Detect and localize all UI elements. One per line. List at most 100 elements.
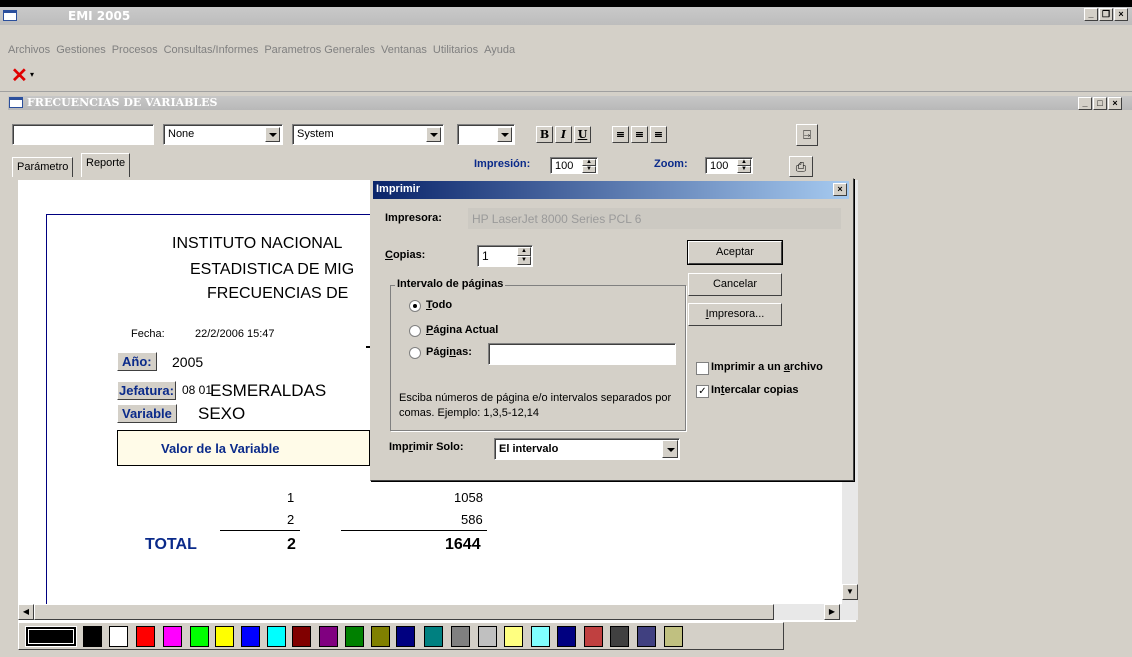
color-swatch[interactable] xyxy=(371,626,390,647)
radio-paginas[interactable] xyxy=(409,347,421,359)
spin-down-icon[interactable]: ▼ xyxy=(517,256,531,265)
horizontal-scrollbar[interactable]: ◀ ▶ xyxy=(18,604,856,620)
align-left-icon[interactable]: ≡ xyxy=(612,126,629,143)
color-swatch[interactable] xyxy=(451,626,470,647)
menu-archivos[interactable]: Archivos xyxy=(8,44,50,56)
fecha-value: 22/2/2006 15:47 xyxy=(195,328,275,340)
bold-button[interactable]: B xyxy=(536,126,553,143)
color-swatch[interactable] xyxy=(557,626,576,647)
restore-icon[interactable]: ❐ xyxy=(1099,8,1113,21)
column-header-box: Valor de la Variable xyxy=(117,430,370,466)
aceptar-button[interactable]: Aceptar xyxy=(687,240,783,265)
radio-todo[interactable] xyxy=(409,300,421,312)
color-swatch[interactable] xyxy=(292,626,311,647)
color-swatch[interactable] xyxy=(25,626,77,647)
close-icon[interactable]: × xyxy=(1114,8,1128,21)
child-minimize-icon[interactable]: _ xyxy=(1078,97,1092,110)
child-window-controls: _ □ × xyxy=(1078,97,1122,110)
menu-ayuda[interactable]: Ayuda xyxy=(484,44,515,56)
printer-icon[interactable]: ⎙ xyxy=(789,156,813,177)
color-swatch[interactable] xyxy=(136,626,155,647)
size-combo[interactable] xyxy=(457,124,515,145)
align-right-icon[interactable]: ≡ xyxy=(650,126,667,143)
align-center-icon[interactable]: ≡ xyxy=(631,126,648,143)
minimize-icon[interactable]: _ xyxy=(1084,8,1098,21)
color-swatch[interactable] xyxy=(478,626,497,647)
copias-spinner[interactable]: 1 ▲ ▼ xyxy=(477,245,533,267)
dialog-title: Imprimir xyxy=(376,183,421,195)
color-swatch[interactable] xyxy=(664,626,683,647)
chevron-down-icon[interactable] xyxy=(497,127,512,142)
menu-utilitarios[interactable]: Utilitarios xyxy=(433,44,478,56)
color-swatch[interactable] xyxy=(584,626,603,647)
spin-up-icon[interactable]: ▲ xyxy=(517,247,531,256)
exit-door-icon[interactable]: ⍈ xyxy=(796,124,818,146)
color-swatch[interactable] xyxy=(241,626,260,647)
color-swatch[interactable] xyxy=(424,626,443,647)
impresion-spinner[interactable]: 100 ▲ ▼ xyxy=(550,157,598,174)
color-swatch[interactable] xyxy=(610,626,629,647)
total-label: TOTAL xyxy=(145,536,197,553)
font-combo[interactable]: System xyxy=(292,124,444,145)
dropdown-arrow-icon[interactable]: ▾ xyxy=(30,70,34,79)
impresora-field: HP LaserJet 8000 Series PCL 6 xyxy=(468,208,841,229)
color-swatch[interactable] xyxy=(163,626,182,647)
scroll-left-icon[interactable]: ◀ xyxy=(18,604,34,620)
row-1-frecuencia: 1058 xyxy=(454,490,483,505)
total-frecuencia: 1644 xyxy=(445,536,481,553)
color-swatch[interactable] xyxy=(215,626,234,647)
zoom-spinner[interactable]: 100 ▲ ▼ xyxy=(705,157,753,174)
radio-paginas-label: Páginas: xyxy=(426,346,472,358)
spin-up-icon[interactable]: ▲ xyxy=(582,159,596,166)
color-swatch[interactable] xyxy=(396,626,415,647)
chevron-down-icon[interactable] xyxy=(265,127,280,142)
child-title-bar: FRECUENCIAS DE VARIABLES _ □ × xyxy=(8,96,1132,110)
spin-up-icon[interactable]: ▲ xyxy=(737,159,751,166)
total-valor: 2 xyxy=(287,536,296,553)
scroll-down-icon[interactable]: ▼ xyxy=(842,584,858,600)
italic-button[interactable]: I xyxy=(555,126,572,143)
chevron-down-icon[interactable] xyxy=(426,127,441,142)
paginas-input[interactable] xyxy=(488,343,676,365)
menu-consultas[interactable]: Consultas/Informes xyxy=(164,44,259,56)
color-swatch[interactable] xyxy=(83,626,102,647)
color-swatch[interactable] xyxy=(531,626,550,647)
color-swatch[interactable] xyxy=(267,626,286,647)
impresora-button[interactable]: Impresora... xyxy=(688,303,782,326)
chevron-down-icon[interactable] xyxy=(662,440,678,458)
impresora-value: HP LaserJet 8000 Series PCL 6 xyxy=(472,212,642,226)
tab-parametro[interactable]: Parámetro xyxy=(12,157,74,177)
color-swatch[interactable] xyxy=(190,626,209,647)
spin-down-icon[interactable]: ▼ xyxy=(582,166,596,173)
report-title-3: FRECUENCIAS DE xyxy=(207,285,349,302)
chk-intercalar-label: Intercalar copias xyxy=(711,384,799,396)
color-swatch[interactable] xyxy=(319,626,338,647)
chk-intercalar[interactable]: ✓ xyxy=(696,385,709,398)
app-window-icon xyxy=(3,10,17,21)
cancelar-button[interactable]: Cancelar xyxy=(688,273,782,296)
tab-reporte[interactable]: Reporte xyxy=(81,153,131,177)
menu-procesos[interactable]: Procesos xyxy=(112,44,158,56)
color-swatch[interactable] xyxy=(109,626,128,647)
scroll-thumb[interactable] xyxy=(34,604,774,620)
style-combo[interactable]: None xyxy=(163,124,283,145)
child-maximize-icon[interactable]: □ xyxy=(1093,97,1107,110)
imprimir-solo-combo[interactable]: El intervalo xyxy=(494,438,680,460)
color-swatch[interactable] xyxy=(637,626,656,647)
color-swatch[interactable] xyxy=(504,626,523,647)
menu-ventanas[interactable]: Ventanas xyxy=(381,44,427,56)
child-close-icon[interactable]: × xyxy=(1108,97,1122,110)
close-report-icon[interactable]: ✕ xyxy=(11,66,28,86)
scroll-right-icon[interactable]: ▶ xyxy=(824,604,840,620)
menu-parametros[interactable]: Parametros Generales xyxy=(264,44,375,56)
chk-imprimir-archivo[interactable] xyxy=(696,362,709,375)
underline-button[interactable]: U xyxy=(574,126,591,143)
radio-pagina-actual[interactable] xyxy=(409,325,421,337)
color-swatch[interactable] xyxy=(345,626,364,647)
row-2-frecuencia: 586 xyxy=(461,512,483,527)
spin-down-icon[interactable]: ▼ xyxy=(737,166,751,173)
menu-gestiones[interactable]: Gestiones xyxy=(56,44,106,56)
dialog-close-icon[interactable]: × xyxy=(833,183,847,196)
text-field[interactable] xyxy=(12,124,154,145)
jefatura-value: ESMERALDAS xyxy=(210,381,327,400)
